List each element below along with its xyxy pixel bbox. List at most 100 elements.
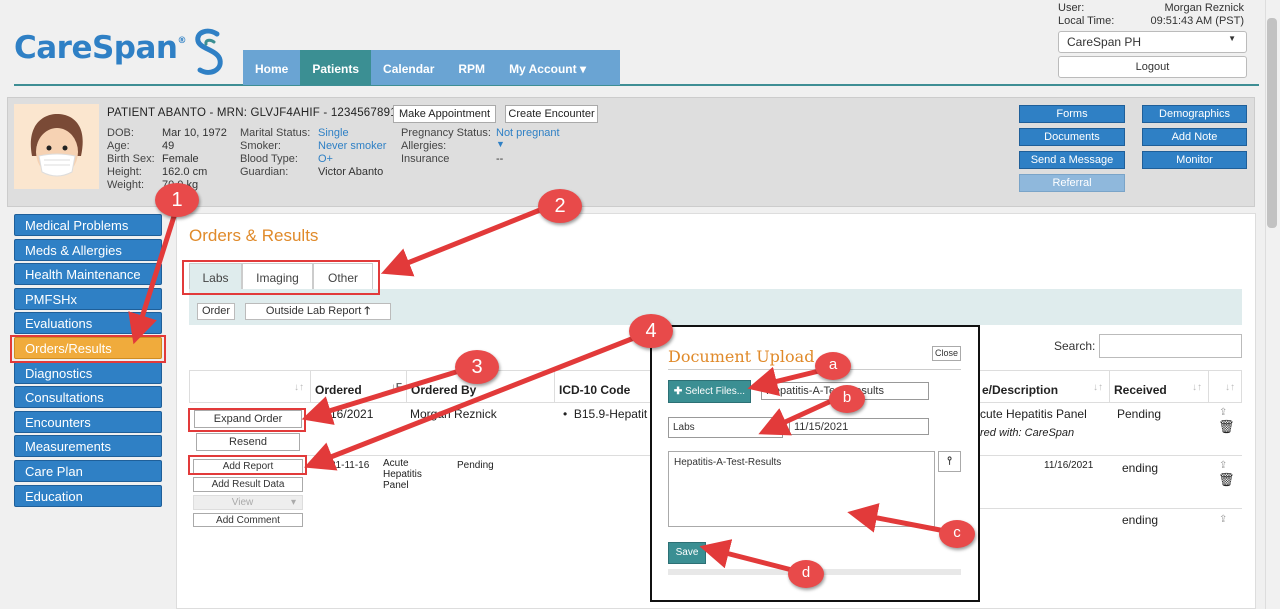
make-appointment-button[interactable]: Make Appointment [393, 105, 496, 123]
sidebar-item-measurements[interactable]: Measurements [14, 435, 162, 457]
col-tools-header[interactable]: ↓↑ [1208, 370, 1242, 403]
weight-label: Weight: [107, 179, 145, 191]
chevron-down-icon: ▾ [290, 497, 296, 508]
demographics-button[interactable]: Demographics [1142, 105, 1247, 123]
guardian-value: Victor Abanto [318, 166, 384, 178]
smoker-label: Smoker: [240, 140, 281, 152]
trash-icon[interactable]: 🗑 [1218, 419, 1235, 435]
add-note-button[interactable]: Add Note [1142, 128, 1247, 146]
callout-c: c [939, 520, 975, 548]
insurance-value: -- [496, 153, 504, 165]
user-name: Morgan Reznick [1164, 2, 1244, 14]
nav-rpm[interactable]: RPM [446, 50, 497, 85]
sidebar-item-diagnostics[interactable]: Diagnostics [14, 362, 162, 384]
logout-button[interactable]: Logout [1058, 56, 1247, 78]
search-label: Search: [1054, 339, 1096, 353]
row1-received: Pending [1117, 407, 1162, 421]
callout-1: 1 [155, 183, 199, 217]
sort-icon: ↓F [390, 382, 402, 393]
category-select[interactable]: Labs [668, 417, 783, 438]
row2-date2: 11/16/2021 [1044, 460, 1094, 471]
callout-d: d [788, 560, 824, 588]
search-input[interactable] [1099, 334, 1242, 358]
age-label: Age: [107, 140, 130, 152]
header-divider [14, 84, 1259, 86]
sidebar-item-evaluations[interactable]: Evaluations [14, 312, 162, 334]
notes-textarea[interactable]: Hepatitis-A-Test-Results [668, 451, 935, 527]
arrow-up-icon: 🡑 [364, 305, 371, 317]
user-info: User: Morgan Reznick Local Time: 09:51:43 … [1058, 2, 1244, 28]
outside-lab-report-button[interactable]: Outside Lab Report 🡑 [245, 303, 391, 320]
order-button[interactable]: Order [197, 303, 235, 320]
sort-icon: ↓↑ [1192, 382, 1202, 393]
marital-status-value[interactable]: Single [318, 127, 349, 140]
nav-patients[interactable]: Patients [300, 50, 372, 85]
sidebar-item-meds-allergies[interactable]: Meds & Allergies [14, 239, 162, 261]
row1-source: red with: CareSpan [980, 427, 1075, 439]
resend-button[interactable]: Resend [196, 433, 300, 451]
allergies-expand-icon[interactable]: ▼ [496, 138, 505, 151]
col-ordered-header[interactable]: Ordered ↓F [310, 370, 406, 403]
callout-b: b [829, 385, 865, 413]
send-message-button[interactable]: Send a Message [1019, 151, 1125, 169]
carespan-s-mark-icon [195, 28, 223, 75]
allergies-label: Allergies: [401, 140, 447, 152]
col-description-header[interactable]: e/Description ↓↑ [978, 370, 1109, 403]
caret-down-icon: ▼ [1228, 34, 1236, 43]
insurance-label: Insurance [401, 153, 450, 165]
plus-icon: ✚ [673, 386, 683, 397]
upload-icon[interactable]: ⇪ [1219, 512, 1227, 528]
select-files-button[interactable]: ✚ Select Files... [668, 380, 751, 403]
page-title: Orders & Results [189, 226, 319, 245]
callout-3: 3 [455, 350, 499, 384]
col-actions-header[interactable]: ↓↑ [189, 370, 310, 403]
scrollbar-thumb[interactable] [1267, 18, 1277, 228]
carespan-logo: CareSpan® [14, 30, 186, 66]
birth-sex-label: Birth Sex: [107, 153, 155, 165]
save-button[interactable]: Save [668, 542, 706, 564]
documents-button[interactable]: Documents [1019, 128, 1125, 146]
monitor-button[interactable]: Monitor [1142, 151, 1247, 169]
document-date-input[interactable]: 11/15/2021 [789, 418, 929, 435]
sidebar-item-care-plan[interactable]: Care Plan [14, 460, 162, 482]
sidebar-item-encounters[interactable]: Encounters [14, 411, 162, 433]
row1-ordered-by: Morgan Reznick [410, 407, 497, 421]
referral-button[interactable]: Referral [1019, 174, 1125, 192]
callout-a: a [815, 352, 851, 380]
smoker-value[interactable]: Never smoker [318, 140, 386, 153]
patient-title: PATIENT ABANTO - MRN: GLVJF4AHIF - 12345… [107, 107, 404, 119]
add-result-data-button[interactable]: Add Result Data [193, 477, 303, 492]
col-received-header[interactable]: Received ↓↑ [1109, 370, 1208, 403]
sidebar-item-medical-problems[interactable]: Medical Problems [14, 214, 162, 236]
nav-my-account[interactable]: My Account ▾ [497, 50, 598, 85]
highlight-tabs [182, 260, 380, 295]
callout-2: 2 [538, 189, 582, 223]
pin-icon: ⫯ [947, 455, 952, 467]
patient-avatar [14, 104, 99, 189]
trash-icon[interactable]: 🗑 [1218, 472, 1235, 488]
time-value: 09:51:43 AM (PST) [1150, 15, 1244, 27]
blood-type-value[interactable]: O+ [318, 153, 333, 166]
nav-home[interactable]: Home [243, 50, 300, 85]
org-select[interactable]: CareSpan PH ▼ [1058, 31, 1247, 53]
col-icd10-header[interactable]: ICD-10 Code [554, 370, 650, 403]
row2-name: Acute Hepatitis Panel [383, 458, 422, 491]
pin-button[interactable]: ⫯ [938, 451, 961, 472]
forms-button[interactable]: Forms [1019, 105, 1125, 123]
dialog-close-button[interactable]: Close [932, 346, 961, 361]
sidebar-item-pmfshx[interactable]: PMFSHx [14, 288, 162, 310]
view-button[interactable]: View ▾ [193, 495, 303, 510]
sort-icon: ↓↑ [1225, 382, 1235, 393]
sidebar-item-consultations[interactable]: Consultations [14, 386, 162, 408]
birth-sex-value: Female [162, 153, 199, 165]
sidebar-item-education[interactable]: Education [14, 485, 162, 507]
sidebar-item-health-maintenance[interactable]: Health Maintenance [14, 263, 162, 285]
blood-type-label: Blood Type: [240, 153, 298, 165]
create-encounter-button[interactable]: Create Encounter [505, 105, 598, 123]
nav-calendar[interactable]: Calendar [371, 50, 446, 85]
pregnancy-status-value[interactable]: Not pregnant [496, 127, 560, 140]
dialog-title: Document Upload [668, 347, 815, 366]
add-comment-button[interactable]: Add Comment [193, 513, 303, 527]
row2-status: Pending [457, 460, 494, 471]
guardian-label: Guardian: [240, 166, 289, 178]
